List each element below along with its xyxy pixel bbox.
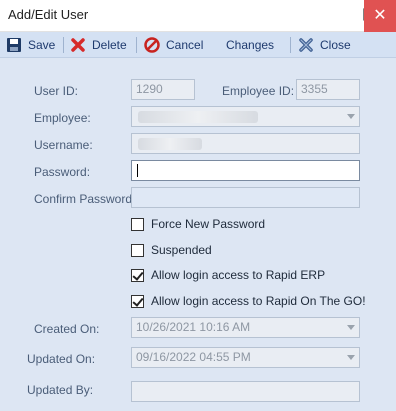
toolbar-separator: [136, 37, 137, 53]
chevron-down-icon: [347, 355, 355, 360]
window-close-button[interactable]: ✕: [364, 0, 396, 32]
redacted-text: [138, 111, 258, 123]
force-new-password-checkbox[interactable]: Force New Password: [131, 217, 265, 231]
employee-dropdown[interactable]: [131, 106, 360, 127]
floppy-disk-icon: [7, 38, 21, 52]
save-label: Save: [28, 38, 56, 52]
password-input[interactable]: [131, 160, 360, 181]
employee-id-label: Employee ID:: [222, 84, 295, 98]
close-button[interactable]: Close: [298, 32, 351, 58]
allow-rapid-go-label: Allow login access to Rapid On The GO!: [151, 294, 366, 308]
created-on-label: Created On:: [34, 322, 100, 336]
add-edit-user-window: Add/Edit User ✕ Save Delete Cancel Chang…: [0, 0, 396, 411]
created-on-value: 10/26/2021 10:16 AM: [136, 320, 251, 334]
created-on-dropdown: 10/26/2021 10:16 AM: [131, 317, 360, 338]
user-id-field: 1290: [131, 79, 195, 100]
window-title: Add/Edit User: [8, 7, 89, 22]
force-new-password-label: Force New Password: [151, 217, 266, 231]
checkbox-box[interactable]: [131, 294, 144, 308]
allow-rapid-go-checkbox[interactable]: Allow login access to Rapid On The GO!: [131, 294, 366, 308]
updated-on-label: Updated On:: [27, 352, 96, 366]
updated-on-value: 09/16/2022 04:55 PM: [136, 350, 251, 364]
toolbar-separator: [290, 37, 291, 53]
toolbar: Save Delete Cancel Changes Close: [0, 32, 396, 58]
close-label: Close: [320, 38, 351, 52]
employee-id-field: 3355: [296, 79, 360, 100]
updated-by-label: Updated By:: [27, 383, 94, 397]
title-bar: Add/Edit User ✕: [0, 0, 396, 32]
confirm-password-label: Confirm Password:: [34, 192, 136, 206]
changes-button[interactable]: Changes: [226, 32, 274, 58]
save-button[interactable]: Save: [6, 32, 55, 58]
redacted-text: [138, 138, 202, 150]
user-id-label: User ID:: [34, 84, 79, 98]
password-label: Password:: [34, 165, 91, 179]
employee-label: Employee:: [34, 111, 91, 125]
text-caret: [137, 164, 138, 177]
red-x-icon: [71, 38, 85, 52]
checkbox-box[interactable]: [131, 243, 144, 257]
allow-rapid-erp-label: Allow login access to Rapid ERP: [151, 268, 326, 282]
updated-on-dropdown: 09/16/2022 04:55 PM: [131, 347, 360, 368]
chevron-down-icon: [347, 325, 355, 330]
updated-by-field: [131, 381, 360, 402]
allow-rapid-erp-checkbox[interactable]: Allow login access to Rapid ERP: [131, 268, 325, 282]
toolbar-separator: [63, 37, 64, 53]
suspended-label: Suspended: [151, 243, 212, 257]
checkbox-box[interactable]: [131, 217, 144, 231]
username-field: [131, 133, 360, 154]
cancel-label: Cancel: [166, 38, 204, 52]
no-entry-icon: [144, 37, 160, 53]
delete-button[interactable]: Delete: [70, 32, 127, 58]
delete-label: Delete: [92, 38, 127, 52]
username-label: Username:: [34, 138, 93, 152]
confirm-password-input[interactable]: [131, 187, 360, 208]
checkbox-box[interactable]: [131, 268, 144, 282]
suspended-checkbox[interactable]: Suspended: [131, 243, 212, 257]
changes-label: Changes: [226, 38, 275, 52]
chevron-down-icon: [347, 114, 355, 119]
cancel-button[interactable]: Cancel: [144, 32, 203, 58]
close-x-icon: [299, 38, 313, 52]
